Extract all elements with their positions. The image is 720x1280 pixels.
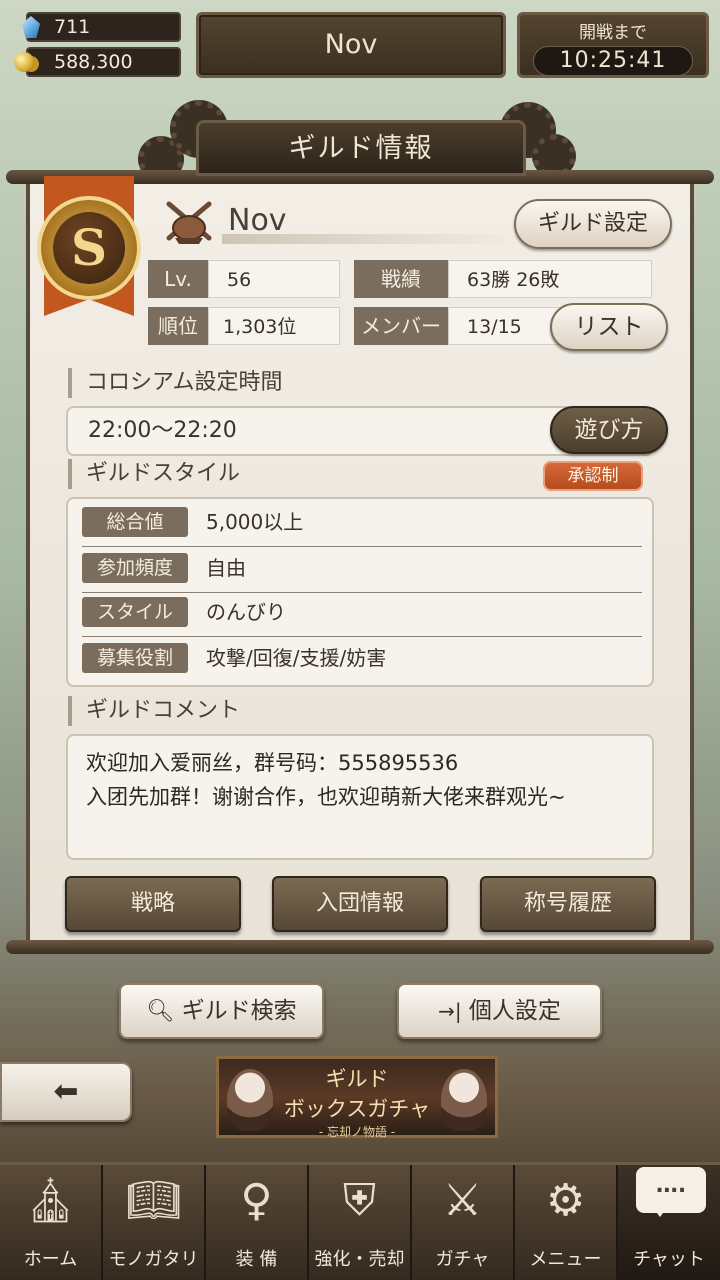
- guild-comment-section-title: ギルドコメント: [68, 696, 240, 726]
- style-row: スタイル のんびり: [82, 591, 642, 637]
- guild-comment-box: 欢迎加入爱丽丝，群号码：555895536 入团先加群！谢谢合作，也欢迎萌新大佬…: [66, 734, 654, 860]
- style-row: 募集役割 攻撃/回復/支援/妨害: [82, 637, 642, 681]
- nav-equip-label: 装 備: [235, 1249, 278, 1270]
- personal-settings-button[interactable]: →| 個人設定: [397, 983, 602, 1039]
- record-value: 63勝 26敗: [448, 260, 652, 298]
- gold-amount: 588,300: [54, 51, 133, 73]
- nav-menu-label: メニュー: [529, 1249, 602, 1270]
- ranking-row: 順位 1,303位: [148, 307, 340, 345]
- guild-settings-button[interactable]: ギルド設定: [514, 199, 672, 249]
- castle-icon: ⛪︎: [22, 1175, 79, 1226]
- join-info-button[interactable]: 入団情報: [272, 876, 448, 932]
- guild-style-section-title: ギルドスタイル: [68, 459, 240, 489]
- record-row: 戦績 63勝 26敗: [354, 260, 652, 298]
- level-label: Lv.: [148, 260, 208, 298]
- style-row-label: 参加頻度: [82, 553, 188, 583]
- character-portrait-icon: [227, 1069, 273, 1131]
- guild-emblem-icon: [166, 201, 212, 244]
- nav-home-label: ホーム: [23, 1249, 78, 1270]
- back-arrow-button[interactable]: ⬅: [0, 1062, 132, 1122]
- marionette-icon: ♀: [240, 1175, 273, 1226]
- character-portrait-icon: [441, 1069, 487, 1131]
- panel-bottom-rod: [6, 940, 714, 954]
- gold-coin-icon: [14, 52, 34, 72]
- gold-counter: 588,300: [14, 47, 181, 77]
- how-to-play-button[interactable]: 遊び方: [550, 406, 668, 454]
- open-book-icon: 📖︎: [125, 1175, 182, 1226]
- guild-search-label: ギルド検索: [181, 998, 297, 1024]
- guild-title-plate: Nov: [196, 12, 506, 78]
- comment-line: 欢迎加入爱丽丝，群号码：555895536: [86, 751, 459, 775]
- nav-chat-label: チャット: [633, 1249, 705, 1270]
- style-row-value: 自由: [206, 556, 246, 580]
- guild-rank-medal: S: [37, 196, 141, 300]
- exit-arrow-icon: →|: [438, 999, 462, 1023]
- personal-settings-label: 個人設定: [468, 998, 561, 1024]
- back-arrow-icon: ⬅: [53, 1074, 79, 1109]
- battle-countdown-timer: 10:25:41: [533, 46, 693, 76]
- crossed-swords-icon: ⚔︎: [442, 1175, 483, 1226]
- style-row-value: 攻撃/回復/支援/妨害: [206, 646, 387, 670]
- ranking-label: 順位: [148, 307, 208, 345]
- strategy-button[interactable]: 戦略: [65, 876, 241, 932]
- style-row-label: 募集役割: [82, 643, 188, 673]
- style-row-value: のんびり: [206, 600, 286, 624]
- style-row: 参加頻度 自由: [82, 547, 642, 593]
- guild-rank-letter: S: [53, 212, 125, 284]
- panel-header-title: ギルド情報: [196, 120, 526, 176]
- guild-style-box: 総合値 5,000以上 参加頻度 自由 スタイル のんびり 募集役割 攻撃/回復…: [66, 497, 654, 687]
- coliseum-section-title: コロシアム設定時間: [68, 368, 282, 398]
- crystal-counter: 711: [22, 12, 181, 42]
- nav-enhance-label: 強化・売却: [314, 1249, 405, 1270]
- nav-story-label: モノガタリ: [108, 1249, 199, 1270]
- member-list-button[interactable]: リスト: [550, 303, 668, 351]
- nav-home[interactable]: ⛪︎ ホーム: [0, 1165, 103, 1280]
- members-label: メンバー: [354, 307, 448, 345]
- style-row-label: スタイル: [82, 597, 188, 627]
- guild-name-underline: [222, 234, 522, 244]
- gears-icon: ⚙︎: [545, 1175, 586, 1226]
- level-row: Lv. 56: [148, 260, 340, 298]
- chat-bubble-icon: ….: [636, 1167, 706, 1217]
- bottom-navigation: ⛪︎ ホーム 📖︎ モノガタリ ♀ 装 備 ⛨ 強化・売却 ⚔︎ ガチャ ⚙︎ …: [0, 1162, 720, 1280]
- guild-name: Nov: [228, 203, 287, 238]
- crystal-amount: 711: [54, 16, 91, 38]
- style-row-label: 総合値: [82, 507, 188, 537]
- battle-countdown-label: 開戦まで: [579, 23, 647, 43]
- record-label: 戦績: [354, 260, 448, 298]
- nav-gacha-label: ガチャ: [435, 1249, 490, 1270]
- shield-icon: ⛨: [343, 1175, 376, 1226]
- nav-equip[interactable]: ♀ 装 備: [206, 1165, 309, 1280]
- nav-enhance[interactable]: ⛨ 強化・売却: [309, 1165, 412, 1280]
- nav-chat[interactable]: …. チャット: [618, 1165, 720, 1280]
- ranking-value: 1,303位: [208, 307, 340, 345]
- style-row-value: 5,000以上: [206, 510, 304, 534]
- level-value: 56: [208, 260, 340, 298]
- nav-story[interactable]: 📖︎ モノガタリ: [103, 1165, 206, 1280]
- title-history-button[interactable]: 称号履歴: [480, 876, 656, 932]
- search-icon: 🔍︎: [146, 999, 175, 1024]
- nav-menu[interactable]: ⚙︎ メニュー: [515, 1165, 618, 1280]
- guild-search-button[interactable]: 🔍︎ ギルド検索: [119, 983, 324, 1039]
- approval-required-badge: 承認制: [543, 461, 643, 491]
- guild-box-gacha-banner[interactable]: ギルド ボックスガチャ - 忘却ノ物語 -: [216, 1056, 498, 1139]
- comment-line: 入团先加群！谢谢合作，也欢迎萌新大佬来群观光~: [86, 785, 566, 809]
- style-row: 総合値 5,000以上: [82, 501, 642, 547]
- nav-gacha[interactable]: ⚔︎ ガチャ: [412, 1165, 515, 1280]
- battle-countdown-box: 開戦まで 10:25:41: [517, 12, 709, 78]
- crystal-icon: [22, 16, 40, 38]
